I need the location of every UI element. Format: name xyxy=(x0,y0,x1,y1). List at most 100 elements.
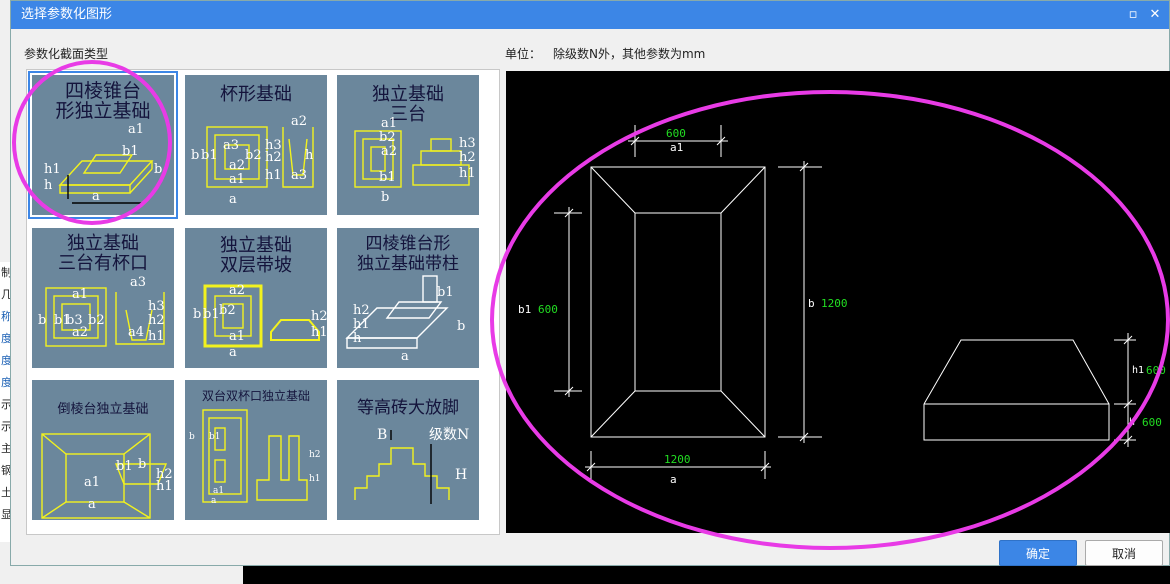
tile-dim-label: h3 xyxy=(148,299,165,314)
tile-dim-label: h1 xyxy=(353,317,370,332)
shape-tile-5[interactable]: 独立基础 双层带坡 a2 b b1 b2 a1 a h2 h1 xyxy=(185,228,327,368)
tile-dim-label: b2 xyxy=(88,313,105,328)
shape-tile-7[interactable]: 倒棱台独立基础 b1 a1 a b h2 h1 xyxy=(32,380,174,520)
tile-dim-label: a1 xyxy=(84,475,101,490)
tile-dim-label: b2 xyxy=(219,303,236,318)
tile-dim-label: h2 xyxy=(309,450,321,460)
tile-dim-label: a3 xyxy=(223,138,240,153)
tile-dim-label: h1 xyxy=(148,329,165,344)
shape-tile-3[interactable]: 独立基础 三台 a1 a2 b2 b1 h3 h2 h1 b xyxy=(337,75,479,215)
shape-tile-9[interactable]: 等高砖大放脚 B 级数N H xyxy=(337,380,479,520)
plan-outer-rect xyxy=(590,166,766,438)
maximize-icon[interactable]: ▫ xyxy=(1123,1,1143,29)
tile-title-line1: 等高砖大放脚 xyxy=(357,398,459,418)
tile-dim-label: H xyxy=(455,467,468,483)
tile-dim-label: h3 xyxy=(459,136,476,151)
tile-dim-label: b2 xyxy=(245,148,262,163)
dialog-title: 选择参数化图形 xyxy=(21,7,113,22)
tile-dim-label: h1 xyxy=(156,479,173,494)
tile-dim-label: h2 xyxy=(353,303,370,318)
scrollbar-thumb[interactable] xyxy=(499,88,500,348)
tile-dim-label: h2 xyxy=(265,150,282,165)
tile-dim-label: h1 xyxy=(309,474,321,484)
tile-dim-label: a1 xyxy=(229,329,246,344)
unit-label: 单位： 除级数N外，其他参数为mm xyxy=(505,47,706,61)
tile-title-line1: 独立基础 xyxy=(67,233,139,254)
tile-dim-label: a1 xyxy=(381,116,398,131)
tile-dim-label: b1 xyxy=(201,148,218,163)
tile-title-line1: 杯形基础 xyxy=(220,84,292,105)
tile-dim-label: h2 xyxy=(459,150,476,165)
tile-dim-label: b1 xyxy=(122,144,139,159)
tile-dim-label: a2 xyxy=(291,114,308,129)
tile-dim-label: b xyxy=(457,319,466,334)
tile-dim-label: b1 xyxy=(379,170,396,185)
shape-preview-canvas: 600 a1 b1 600 b 1200 1200 a h1 600 h 600 xyxy=(506,71,1170,533)
tile-dim-label: b1 xyxy=(209,432,221,442)
tile-dim-label: a xyxy=(401,349,409,364)
a-label: a xyxy=(670,473,677,486)
tile-title-line2: 三台有杯口 xyxy=(58,253,148,274)
b1-label: b1 xyxy=(518,303,531,316)
tile-dim-label: a1 xyxy=(229,172,246,187)
tile-title-line1: 倒棱台独立基础 xyxy=(57,402,149,417)
tile-dim-label: h1 xyxy=(265,168,282,183)
elev-slope xyxy=(923,339,1110,405)
tile-dim-label: h1 xyxy=(459,166,476,181)
tile-dim-label: h1 xyxy=(311,325,327,340)
tile-dim-label: b xyxy=(381,190,390,205)
tile-dim-label: b xyxy=(189,432,195,442)
tile-dim-label: a xyxy=(92,189,100,204)
tile-dim-label: a xyxy=(211,496,217,506)
section-type-label: 参数化截面类型 xyxy=(24,47,109,61)
tile-dim-label: b xyxy=(138,457,147,472)
b-label: b xyxy=(808,297,815,310)
shape-gallery: 四棱锥台 形独立基础 a1 b1 h1 h b a 杯形基础 b b1 a3 b2 h3 h2 h h1 a2 a1… xyxy=(26,69,500,535)
shape-tile-8[interactable]: 双台双杯口独立基础 b b1 a1 a h2 h1 xyxy=(185,380,327,520)
tile-title-line1: 独立基础 xyxy=(372,84,444,105)
h1-value: 600 xyxy=(1146,364,1166,377)
h-label: h xyxy=(1129,417,1135,428)
background-canvas xyxy=(243,566,1170,584)
shape-tile-4[interactable]: 独立基础 三台有杯口 a1 a3 b b1 b2 b3 a2 h3 h2 h1 a4 xyxy=(32,228,174,368)
tile-dim-label: a4 xyxy=(128,325,145,340)
cancel-button[interactable]: 取消 xyxy=(1085,540,1163,566)
tile-title-line2: 形独立基础 xyxy=(55,100,151,122)
close-icon[interactable]: ✕ xyxy=(1145,1,1165,29)
tile-dim-label: a xyxy=(88,497,96,512)
tile-dim-label: b xyxy=(38,313,47,328)
tile-title-line2: 三台 xyxy=(390,104,426,125)
tile-dim-label: a1 xyxy=(72,287,89,302)
tile-title-line1: 四棱锥台形 xyxy=(365,234,451,254)
tile-dim-label: b2 xyxy=(379,130,396,145)
tile-dim-label: b1 xyxy=(116,459,133,474)
tile-title-line2: 双层带坡 xyxy=(220,255,292,276)
preview-drawing: 600 a1 b1 600 b 1200 1200 a h1 600 h 600 xyxy=(518,125,1166,486)
shape-tile-2[interactable]: 杯形基础 b b1 a3 b2 h3 h2 h h1 a2 a1 a a3 a2 xyxy=(185,75,327,215)
tile-title-line1: 双台双杯口独立基础 xyxy=(201,389,310,403)
tile-title-line1: 四棱锥台 xyxy=(64,80,141,102)
h1-label: h1 xyxy=(1132,365,1144,376)
tile-dim-label: h1 xyxy=(44,162,61,177)
tile-dim-label: b xyxy=(191,148,200,163)
tile-title-line1: 独立基础 xyxy=(220,235,292,256)
shape-tile-6[interactable]: 四棱锥台形 独立基础带柱 h2 h1 h a b1 b xyxy=(337,228,479,368)
elev-base xyxy=(923,403,1110,441)
a-value: 1200 xyxy=(664,453,691,466)
tile-dim-label: b1 xyxy=(437,285,454,300)
tile-dim-label: a2 xyxy=(229,158,246,173)
tile-dim-label: b xyxy=(154,162,163,177)
tile-dim-label: b xyxy=(193,307,202,322)
tile-title-line2: 独立基础带柱 xyxy=(357,254,459,274)
tile-dim-label: h xyxy=(305,148,314,163)
gallery-scrollbar[interactable] xyxy=(497,72,500,532)
tile-dim-label: a xyxy=(229,192,237,207)
tile-dim-label: 级数N xyxy=(429,427,470,443)
ok-button[interactable]: 确定 xyxy=(999,540,1077,566)
tile-dim-label: h2 xyxy=(311,309,327,324)
tile-dim-label: h xyxy=(353,331,362,346)
tile-dim-label: a2 xyxy=(72,325,89,340)
shape-tile-1[interactable]: 四棱锥台 形独立基础 a1 b1 h1 h b a xyxy=(28,71,178,219)
b-value: 1200 xyxy=(821,297,848,310)
tile-dim-label: a2 xyxy=(381,144,398,159)
